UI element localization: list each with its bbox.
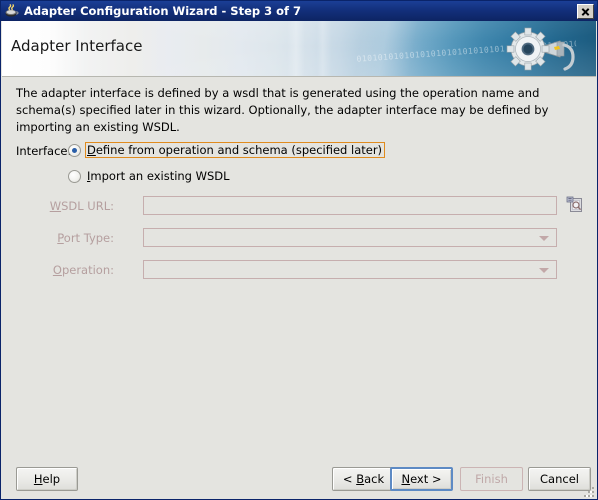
radio-label-define: Define from operation and schema (specif…	[85, 142, 386, 158]
wizard-banner: 0101010101010101010101010101 01010101010…	[2, 21, 596, 77]
page-title: Adapter Interface	[11, 37, 143, 55]
port-type-label: Port Type:	[57, 231, 114, 245]
back-button[interactable]: < Back	[332, 467, 395, 491]
title-bar[interactable]: Adapter Configuration Wizard - Step 3 of…	[1, 1, 597, 21]
next-button[interactable]: Next >	[390, 467, 453, 491]
wsdl-url-input[interactable]	[143, 196, 557, 215]
radio-import-existing-wsdl[interactable]: Import an existing WSDL	[68, 168, 233, 184]
finish-button-label: Finish	[475, 472, 508, 486]
chevron-down-icon	[539, 236, 549, 241]
help-button-label: Help	[33, 472, 61, 486]
description-text: The adapter interface is defined by a ws…	[16, 86, 549, 134]
port-type-combobox[interactable]	[143, 228, 557, 247]
dialog-button-bar: Help < Back Next > Finish Cancel	[2, 453, 596, 498]
window-title: Adapter Configuration Wizard - Step 3 of…	[24, 4, 302, 18]
radio-indicator-define[interactable]	[68, 143, 81, 157]
cancel-button-label: Cancel	[540, 472, 579, 486]
chevron-down-icon	[539, 268, 549, 273]
dialog-content: The adapter interface is defined by a ws…	[2, 77, 596, 453]
wsdl-url-label: WSDL URL:	[49, 199, 114, 213]
interface-label: Interface:	[16, 144, 72, 158]
operation-combobox[interactable]	[143, 260, 557, 279]
browse-wsdl-icon[interactable]	[564, 194, 586, 216]
operation-label: Operation:	[52, 263, 114, 277]
next-button-label: Next >	[401, 472, 442, 486]
resize-grip[interactable]	[580, 483, 594, 497]
gear-wrench-icon	[500, 23, 578, 75]
finish-button: Finish	[460, 467, 523, 491]
back-button-label: < Back	[342, 472, 385, 486]
radio-label-import: Import an existing WSDL	[87, 169, 230, 183]
radio-define-from-operation[interactable]: Define from operation and schema (specif…	[68, 142, 386, 158]
wizard-dialog: Adapter Configuration Wizard - Step 3 of…	[0, 0, 598, 500]
help-button[interactable]: Help	[16, 467, 78, 491]
close-icon[interactable]	[577, 3, 594, 19]
radio-indicator-import[interactable]	[68, 169, 81, 183]
java-coffee-cup-icon	[4, 3, 20, 19]
